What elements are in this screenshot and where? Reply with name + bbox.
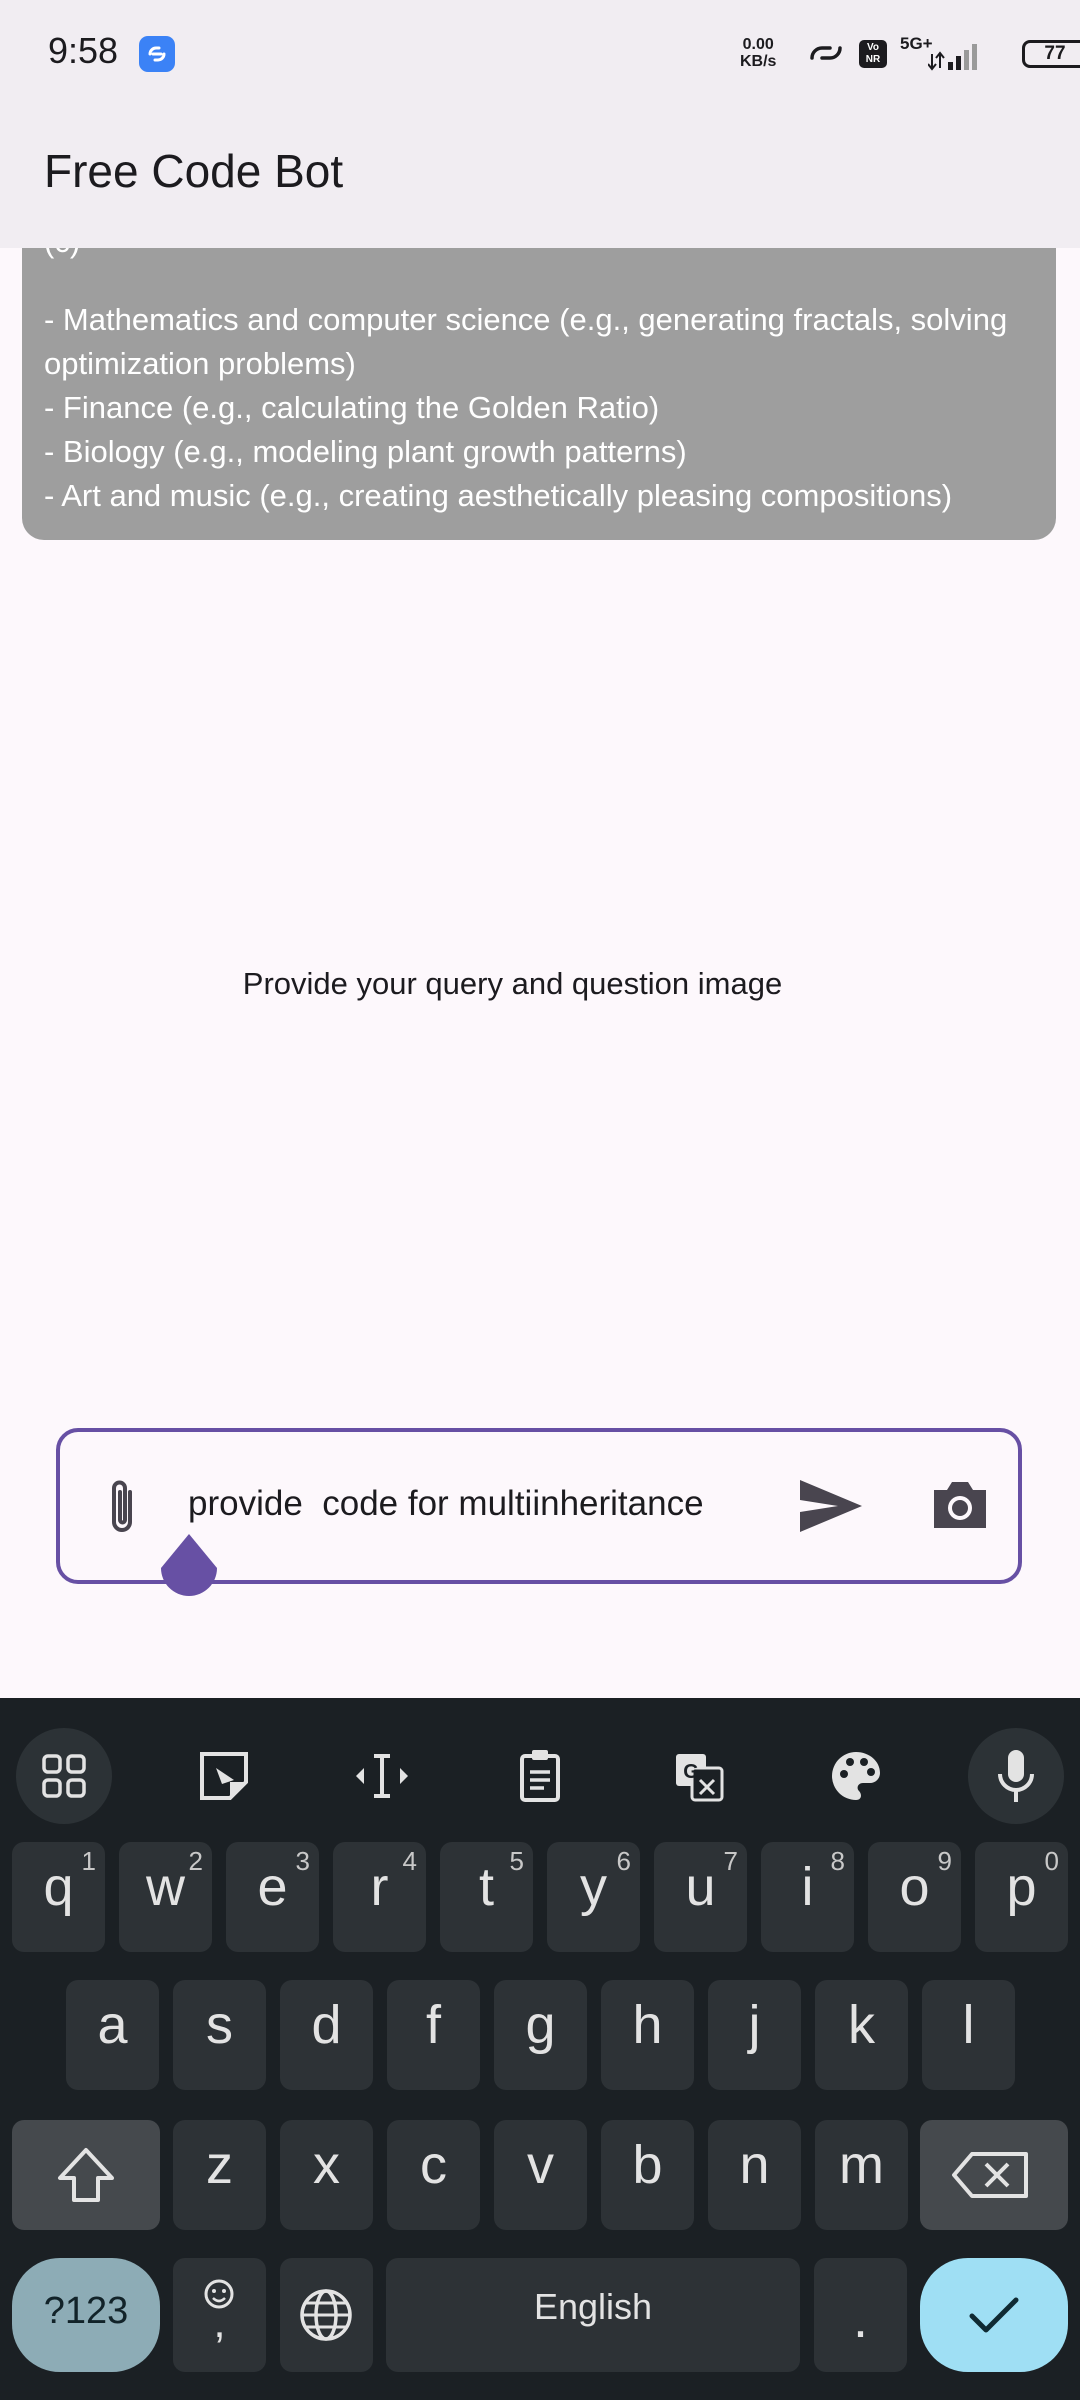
- period-key[interactable]: .: [814, 2258, 907, 2372]
- key-x[interactable]: x: [280, 2120, 373, 2230]
- key-i[interactable]: 8i: [761, 1842, 854, 1952]
- key-q[interactable]: 1q: [12, 1842, 105, 1952]
- theme-button[interactable]: [808, 1728, 904, 1824]
- key-v[interactable]: v: [494, 2120, 587, 2230]
- key-o[interactable]: 9o: [868, 1842, 961, 1952]
- translate-icon: G: [676, 1754, 724, 1802]
- network-speed: 0.00 KB/s: [740, 36, 777, 70]
- query-input-text[interactable]: provide code for multiinheritance: [188, 1484, 704, 1524]
- key-n[interactable]: n: [708, 2120, 801, 2230]
- key-z[interactable]: z: [173, 2120, 266, 2230]
- voice-input-button[interactable]: [968, 1728, 1064, 1824]
- checkmark-icon: [969, 2297, 1019, 2333]
- text-cursor-handle[interactable]: [157, 1532, 221, 1604]
- translate-button[interactable]: G: [650, 1728, 746, 1824]
- hotspot-link-icon: [810, 46, 842, 60]
- key-j[interactable]: j: [708, 1980, 801, 2090]
- keyboard-apps-button[interactable]: [16, 1728, 112, 1824]
- enter-key[interactable]: [920, 2258, 1068, 2372]
- shift-icon: [58, 2148, 114, 2202]
- bot-message-text: - Mathematics and computer science (e.g.…: [44, 298, 1044, 518]
- send-icon[interactable]: [798, 1478, 864, 1534]
- status-icons: 0.00 KB/s Vo NR 5G+ 77: [660, 0, 1080, 110]
- shift-key[interactable]: [12, 2120, 160, 2230]
- app-title: Free Code Bot: [44, 145, 344, 197]
- status-time: 9:58: [48, 30, 119, 71]
- key-m[interactable]: m: [815, 2120, 908, 2230]
- message-line: - Art and music (e.g., creating aestheti…: [44, 478, 953, 513]
- key-d[interactable]: d: [280, 1980, 373, 2090]
- message-line: - Finance (e.g., calculating the Golden …: [44, 390, 660, 425]
- key-w[interactable]: 2w: [119, 1842, 212, 1952]
- bot-message-bubble: (c) - Mathematics and computer science (…: [22, 248, 1056, 540]
- key-c[interactable]: c: [387, 2120, 480, 2230]
- space-key[interactable]: English: [386, 2258, 800, 2372]
- vonr-icon: Vo NR: [859, 40, 887, 68]
- clipboard-icon: [520, 1750, 560, 1802]
- grid-icon: [42, 1754, 86, 1798]
- key-r[interactable]: 4r: [333, 1842, 426, 1952]
- key-g[interactable]: g: [494, 1980, 587, 2090]
- signal-icon: [928, 44, 977, 71]
- text-cursor-icon: [356, 1754, 408, 1798]
- sticker-button[interactable]: [176, 1728, 272, 1824]
- message-line: - Mathematics and computer science (e.g.…: [44, 302, 1008, 381]
- emoji-comma-key[interactable]: ,: [173, 2258, 266, 2372]
- message-line: - Biology (e.g., modeling plant growth p…: [44, 434, 687, 469]
- key-h[interactable]: h: [601, 1980, 694, 2090]
- key-l[interactable]: l: [922, 1980, 1015, 2090]
- palette-icon: [832, 1752, 880, 1800]
- app-bar: Free Code Bot: [0, 110, 1080, 248]
- key-f[interactable]: f: [387, 1980, 480, 2090]
- text-edit-button[interactable]: [334, 1728, 430, 1824]
- backspace-key[interactable]: [920, 2120, 1068, 2230]
- key-e[interactable]: 3e: [226, 1842, 319, 1952]
- soft-keyboard: G 1q 2w 3e 4r 5t 6y 7u 8i 9o 0p a s d f …: [0, 1698, 1080, 2400]
- status-bar: 9:58 0.00 KB/s Vo NR 5G+ 77: [0, 0, 1080, 110]
- camera-icon[interactable]: [930, 1478, 990, 1530]
- key-s[interactable]: s: [173, 1980, 266, 2090]
- key-p[interactable]: 0p: [975, 1842, 1068, 1952]
- link-notification-icon: [139, 36, 175, 72]
- microphone-icon: [998, 1750, 1034, 1802]
- key-a[interactable]: a: [66, 1980, 159, 2090]
- key-t[interactable]: 5t: [440, 1842, 533, 1952]
- clipped-line: (c): [44, 248, 80, 264]
- attach-icon[interactable]: [100, 1476, 144, 1540]
- battery-level: 77: [1044, 43, 1066, 64]
- battery-icon: 77: [1022, 40, 1080, 68]
- key-y[interactable]: 6y: [547, 1842, 640, 1952]
- clipboard-button[interactable]: [492, 1728, 588, 1824]
- key-b[interactable]: b: [601, 2120, 694, 2230]
- globe-icon: [300, 2289, 352, 2341]
- language-key[interactable]: [280, 2258, 373, 2372]
- backspace-icon: [952, 2152, 1028, 2198]
- svg-text:G: G: [683, 1761, 699, 1783]
- key-k[interactable]: k: [815, 1980, 908, 2090]
- symbols-key[interactable]: ?123: [12, 2258, 160, 2372]
- key-u[interactable]: 7u: [654, 1842, 747, 1952]
- query-hint: Provide your query and question image: [242, 966, 783, 1001]
- sticker-icon: [200, 1752, 248, 1800]
